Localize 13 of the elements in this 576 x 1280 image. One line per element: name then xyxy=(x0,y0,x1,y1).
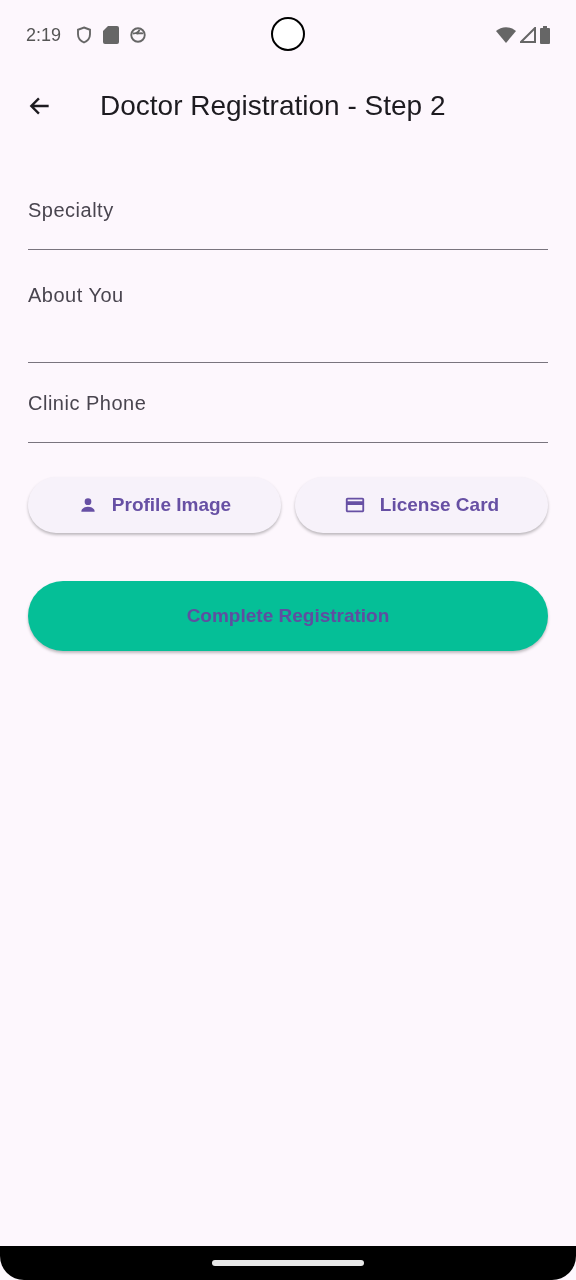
upload-button[interactable]: Profile Image xyxy=(28,477,281,533)
upload-button[interactable]: License Card xyxy=(295,477,548,533)
shield-icon xyxy=(75,26,94,44)
status-time: 2:19 xyxy=(26,23,62,47)
text-area[interactable]: About You xyxy=(28,264,548,363)
battery-icon xyxy=(540,26,550,44)
sd-card-icon xyxy=(103,26,120,44)
camera-cutout-icon xyxy=(271,17,305,51)
signal-icon xyxy=(520,27,536,43)
text-field[interactable]: Specialty xyxy=(28,182,548,250)
wifi-icon xyxy=(496,27,516,43)
page-title: Doctor Registration - Step 2 xyxy=(100,89,446,123)
text-field[interactable]: Clinic Phone xyxy=(28,375,548,443)
